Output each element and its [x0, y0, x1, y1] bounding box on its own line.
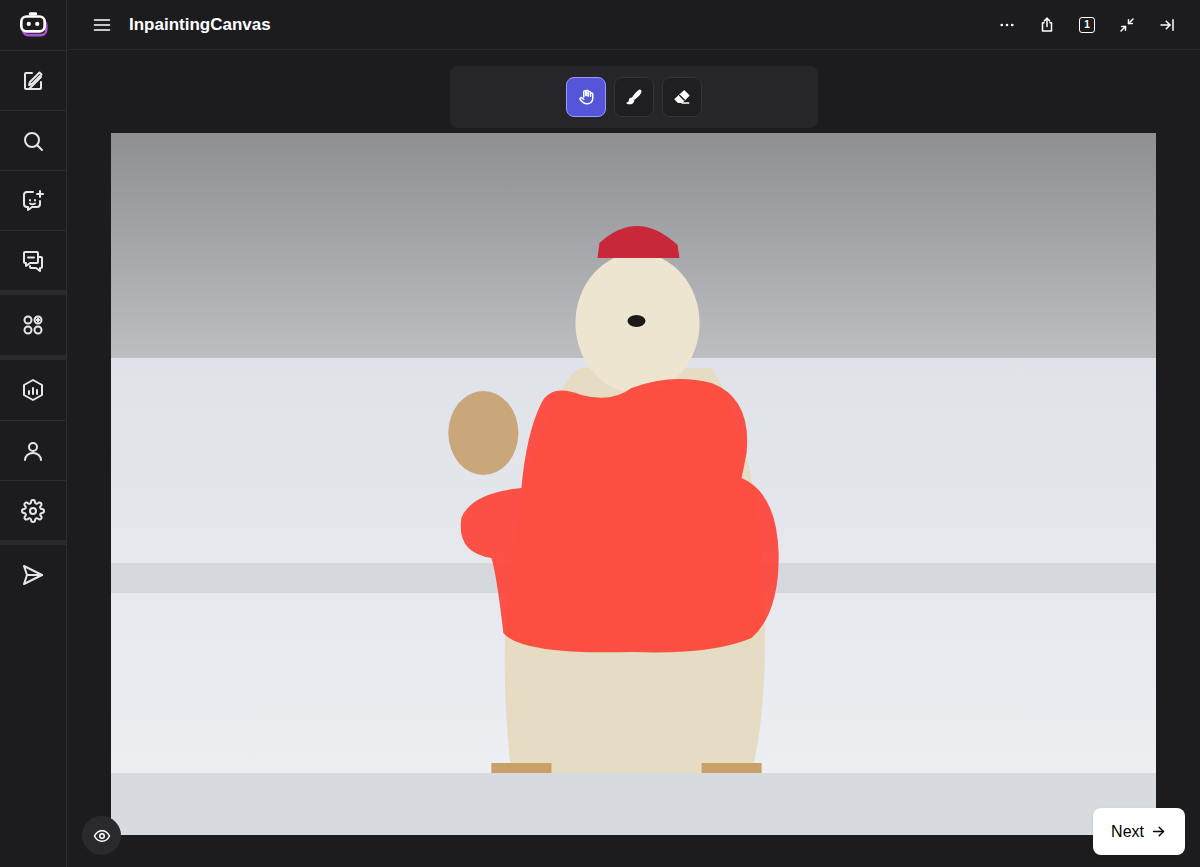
- send-icon: [21, 563, 45, 587]
- sidebar-item[interactable]: [0, 295, 66, 355]
- brush-tool[interactable]: [614, 77, 654, 117]
- analytics-icon: [21, 378, 45, 402]
- logo[interactable]: [0, 0, 66, 50]
- sidebar-group: [0, 50, 66, 290]
- share-icon: [1038, 16, 1056, 34]
- brush-icon: [625, 88, 643, 106]
- sidebar-group: [0, 540, 66, 605]
- sidebar-group: [0, 290, 66, 355]
- sidebar-item[interactable]: [0, 420, 66, 480]
- more-icon: [998, 16, 1016, 34]
- chats-icon: [21, 249, 45, 273]
- share-button[interactable]: [1036, 14, 1058, 36]
- page-title: InpaintingCanvas: [129, 12, 271, 38]
- apps-icon: [21, 313, 45, 337]
- sidebar-item[interactable]: [0, 230, 66, 290]
- header-actions: 1: [996, 14, 1178, 36]
- preview-toggle[interactable]: [82, 816, 121, 855]
- sidebar-item[interactable]: [0, 360, 66, 420]
- sidebar-group: [0, 355, 66, 540]
- menu-icon: [92, 15, 112, 35]
- new-chat-icon: [21, 69, 45, 93]
- sidebar-item[interactable]: [0, 480, 66, 540]
- menu-button[interactable]: [91, 14, 113, 36]
- hand-icon: [577, 88, 595, 106]
- minimize-button[interactable]: [1116, 14, 1138, 36]
- toolbar-area: [67, 50, 1200, 128]
- main-panel: InpaintingCanvas 1 Next: [67, 0, 1200, 867]
- mask-overlay[interactable]: [111, 133, 1156, 835]
- settings-icon: [21, 499, 45, 523]
- eraser-icon: [673, 88, 691, 106]
- toolbar: [450, 66, 818, 128]
- page-count: 1: [1079, 17, 1095, 33]
- sidebar: [0, 0, 67, 867]
- collapse-icon: [1158, 16, 1176, 34]
- sidebar-item[interactable]: [0, 545, 66, 605]
- more-button[interactable]: [996, 14, 1018, 36]
- arrow-right-icon: [1150, 823, 1167, 840]
- page-count-button[interactable]: 1: [1076, 14, 1098, 36]
- new-bot-icon: [21, 189, 45, 213]
- collapse-button[interactable]: [1156, 14, 1178, 36]
- next-label: Next: [1111, 820, 1144, 844]
- header: InpaintingCanvas 1: [67, 0, 1200, 50]
- inpainting-canvas[interactable]: [111, 133, 1156, 835]
- next-button[interactable]: Next: [1093, 808, 1185, 855]
- profile-icon: [21, 439, 45, 463]
- minimize-icon: [1118, 16, 1136, 34]
- eye-icon: [93, 827, 111, 845]
- hand-tool[interactable]: [566, 77, 606, 117]
- sidebar-item[interactable]: [0, 50, 66, 110]
- sidebar-item[interactable]: [0, 170, 66, 230]
- eraser-tool[interactable]: [662, 77, 702, 117]
- sidebar-item[interactable]: [0, 110, 66, 170]
- logo-icon: [16, 8, 50, 42]
- search-icon: [21, 129, 45, 153]
